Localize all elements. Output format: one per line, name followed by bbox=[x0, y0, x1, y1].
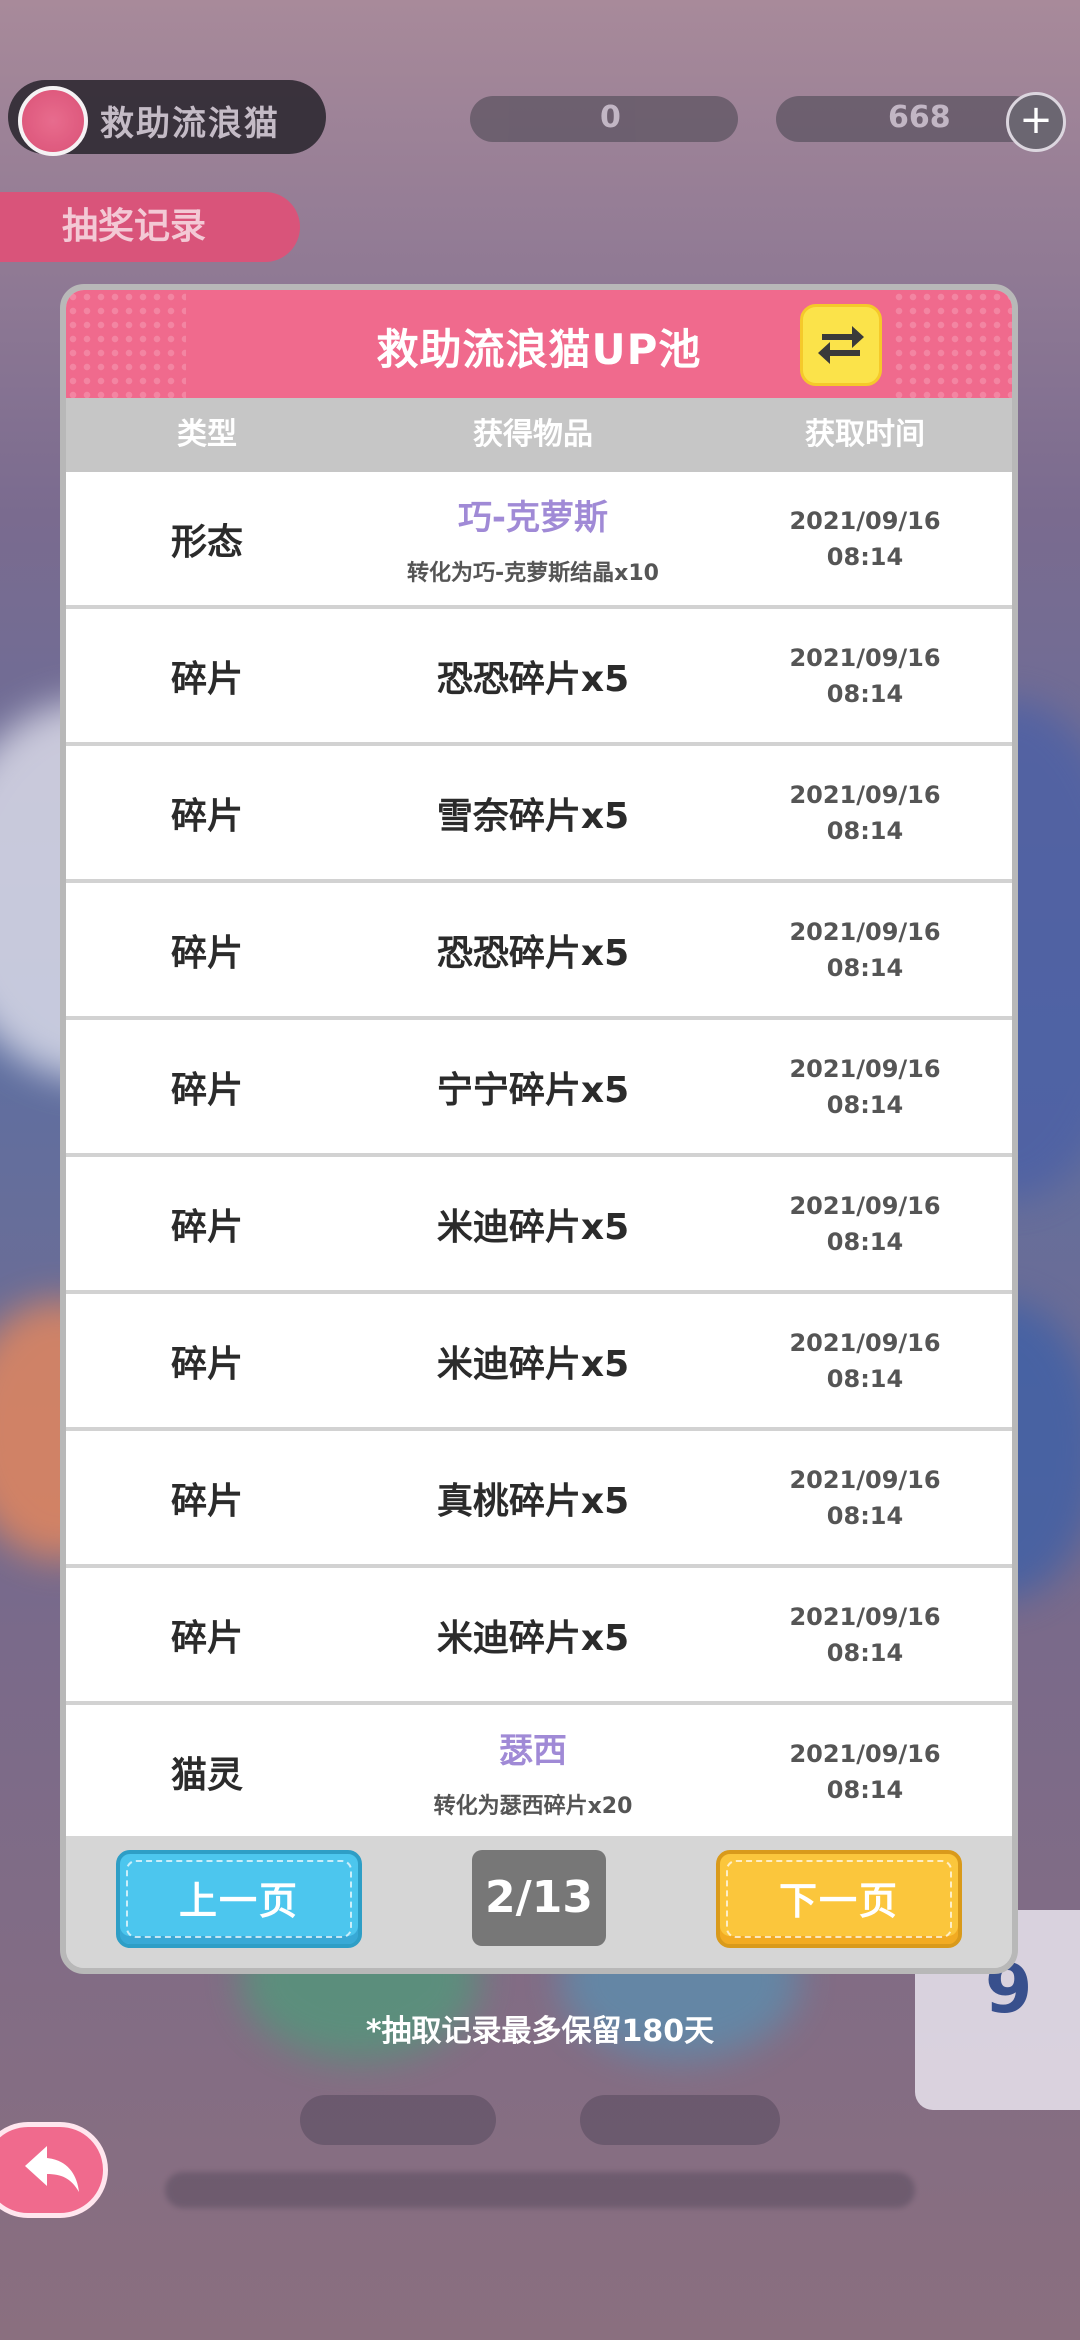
row-type: 碎片 bbox=[170, 658, 243, 700]
switch-pool-button[interactable] bbox=[800, 304, 882, 386]
draw-record-modal: 救助流浪猫UP池 类型 获得物品 获取时间 形态 巧-克萝斯 转化为巧-克萝斯结… bbox=[60, 284, 1018, 1974]
row-time: 2021/09/16 08:14 bbox=[718, 777, 1012, 849]
row-time: 2021/09/16 08:14 bbox=[718, 1051, 1012, 1123]
table-row: 碎片 恐恐碎片x5 2021/09/16 08:14 bbox=[66, 883, 1012, 1016]
row-type: 碎片 bbox=[170, 1343, 243, 1385]
add-currency-icon: + bbox=[1006, 92, 1066, 152]
row-time: 2021/09/16 08:14 bbox=[718, 640, 1012, 712]
column-time: 获取时间 bbox=[805, 417, 925, 452]
row-type: 碎片 bbox=[170, 1480, 243, 1522]
row-item: 米迪碎片x5 bbox=[436, 1206, 630, 1248]
event-title-text: 救助流浪猫 bbox=[100, 104, 280, 144]
table-row: 形态 巧-克萝斯 转化为巧-克萝斯结晶x10 2021/09/16 08:14 bbox=[66, 472, 1012, 605]
row-date: 2021/09/16 bbox=[789, 643, 941, 672]
row-time: 2021/09/16 08:14 bbox=[718, 914, 1012, 986]
table-row: 碎片 米迪碎片x5 2021/09/16 08:14 bbox=[66, 1157, 1012, 1290]
swap-arrows-icon bbox=[818, 326, 864, 364]
currency-counter-1: 0 bbox=[470, 96, 738, 142]
row-clock: 08:14 bbox=[826, 953, 904, 982]
row-date: 2021/09/16 bbox=[789, 506, 941, 535]
draw-record-tab: 抽奖记录 bbox=[0, 192, 300, 262]
row-time: 2021/09/16 08:14 bbox=[718, 503, 1012, 575]
row-date: 2021/09/16 bbox=[789, 1191, 941, 1220]
table-row: 碎片 恐恐碎片x5 2021/09/16 08:14 bbox=[66, 609, 1012, 742]
column-type: 类型 bbox=[177, 417, 237, 452]
row-time: 2021/09/16 08:14 bbox=[718, 1599, 1012, 1671]
back-button[interactable] bbox=[0, 2122, 108, 2218]
row-type: 碎片 bbox=[170, 1617, 243, 1659]
row-item-name: 巧-克萝斯 bbox=[457, 498, 609, 538]
row-time: 2021/09/16 08:14 bbox=[718, 1736, 1012, 1808]
back-arrow-icon bbox=[25, 2146, 79, 2192]
currency-2-value: 668 bbox=[888, 100, 951, 135]
row-clock: 08:14 bbox=[826, 816, 904, 845]
row-clock: 08:14 bbox=[826, 679, 904, 708]
row-type: 碎片 bbox=[170, 1069, 243, 1111]
row-clock: 08:14 bbox=[826, 1090, 904, 1119]
event-title-capsule: 救助流浪猫 bbox=[8, 80, 326, 156]
row-item: 真桃碎片x5 bbox=[436, 1480, 630, 1522]
event-badge-icon bbox=[18, 86, 88, 156]
row-clock: 08:14 bbox=[826, 1501, 904, 1530]
table-header: 类型 获得物品 获取时间 bbox=[66, 398, 1012, 472]
row-date: 2021/09/16 bbox=[789, 780, 941, 809]
row-item-conversion: 转化为巧-克萝斯结晶x10 bbox=[407, 561, 659, 586]
row-clock: 08:14 bbox=[826, 1227, 904, 1256]
pagination-bar: 上一页 2/13 下一页 bbox=[66, 1836, 1012, 1968]
prev-page-button[interactable]: 上一页 bbox=[116, 1850, 362, 1948]
row-date: 2021/09/16 bbox=[789, 1602, 941, 1631]
row-clock: 08:14 bbox=[826, 542, 904, 571]
row-date: 2021/09/16 bbox=[789, 1328, 941, 1357]
row-date: 2021/09/16 bbox=[789, 1739, 941, 1768]
row-time: 2021/09/16 08:14 bbox=[718, 1188, 1012, 1260]
row-date: 2021/09/16 bbox=[789, 917, 941, 946]
table-row: 碎片 米迪碎片x5 2021/09/16 08:14 bbox=[66, 1294, 1012, 1427]
row-date: 2021/09/16 bbox=[789, 1054, 941, 1083]
row-type: 碎片 bbox=[170, 1206, 243, 1248]
row-clock: 08:14 bbox=[826, 1775, 904, 1804]
row-item: 巧-克萝斯 转化为巧-克萝斯结晶x10 bbox=[348, 490, 718, 587]
cost-pill-1 bbox=[300, 2095, 496, 2145]
column-item: 获得物品 bbox=[473, 417, 593, 452]
row-type: 猫灵 bbox=[170, 1754, 243, 1796]
row-item-conversion: 转化为瑟西碎片x20 bbox=[433, 1794, 633, 1819]
row-type: 碎片 bbox=[170, 932, 243, 974]
cost-pill-2 bbox=[580, 2095, 780, 2145]
table-row: 碎片 真桃碎片x5 2021/09/16 08:14 bbox=[66, 1431, 1012, 1564]
row-clock: 08:14 bbox=[826, 1364, 904, 1393]
row-item: 米迪碎片x5 bbox=[436, 1617, 630, 1659]
row-item: 恐恐碎片x5 bbox=[436, 658, 630, 700]
currency-1-value: 0 bbox=[600, 100, 621, 135]
row-item: 米迪碎片x5 bbox=[436, 1343, 630, 1385]
table-row: 碎片 雪奈碎片x5 2021/09/16 08:14 bbox=[66, 746, 1012, 879]
row-type: 形态 bbox=[170, 521, 243, 563]
table-row: 碎片 宁宁碎片x5 2021/09/16 08:14 bbox=[66, 1020, 1012, 1153]
bottom-info-bar bbox=[165, 2172, 915, 2208]
row-item-name: 瑟西 bbox=[499, 1731, 567, 1771]
row-time: 2021/09/16 08:14 bbox=[718, 1462, 1012, 1534]
row-type: 碎片 bbox=[170, 795, 243, 837]
retention-note: *抽取记录最多保留180天 bbox=[365, 2014, 715, 2049]
row-item: 瑟西 转化为瑟西碎片x20 bbox=[348, 1723, 718, 1820]
row-item: 宁宁碎片x5 bbox=[436, 1069, 630, 1111]
record-list[interactable]: 形态 巧-克萝斯 转化为巧-克萝斯结晶x10 2021/09/16 08:14 … bbox=[66, 472, 1012, 1836]
table-row: 碎片 米迪碎片x5 2021/09/16 08:14 bbox=[66, 1568, 1012, 1701]
row-item: 雪奈碎片x5 bbox=[436, 795, 630, 837]
row-date: 2021/09/16 bbox=[789, 1465, 941, 1494]
row-item: 恐恐碎片x5 bbox=[436, 932, 630, 974]
currency-counter-2: 668 bbox=[776, 96, 1038, 142]
page-indicator: 2/13 bbox=[472, 1850, 606, 1946]
table-row: 猫灵 瑟西 转化为瑟西碎片x20 2021/09/16 08:14 bbox=[66, 1705, 1012, 1836]
next-page-button[interactable]: 下一页 bbox=[716, 1850, 962, 1948]
row-time: 2021/09/16 08:14 bbox=[718, 1325, 1012, 1397]
row-clock: 08:14 bbox=[826, 1638, 904, 1667]
